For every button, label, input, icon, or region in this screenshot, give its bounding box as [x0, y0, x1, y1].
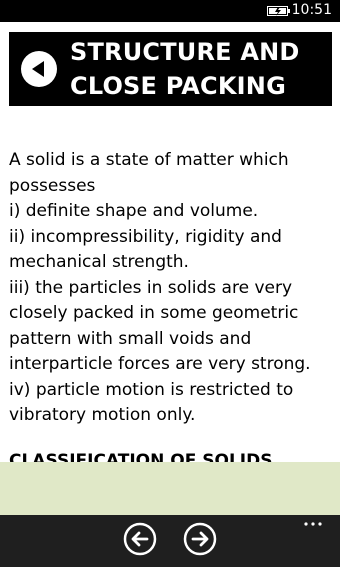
text-line: vibratory motion only.	[9, 405, 196, 425]
status-time: 10:51	[291, 2, 332, 18]
ad-banner[interactable]	[0, 462, 340, 515]
text-line: i) definite shape and volume.	[9, 201, 259, 221]
page-title-line-1: STRUCTURE AND	[70, 38, 300, 66]
text-line: interparticle forces are very strong.	[9, 354, 311, 374]
text-line: ii) incompressibility, rigidity and	[9, 226, 282, 247]
app-bar	[0, 515, 340, 567]
ellipsis-icon[interactable]	[303, 520, 323, 528]
text-line: A solid is a state of matter which	[9, 150, 289, 170]
text-line: mechanical strength.	[9, 252, 189, 272]
arrow-left-circle-icon[interactable]	[123, 522, 157, 556]
text-line: iv) particle motion is restricted to	[9, 379, 294, 400]
status-bar: 10:51	[0, 0, 340, 22]
page-title-line-2: CLOSE PACKING	[70, 72, 286, 100]
article-content: A solid is a state of matter which posse…	[9, 148, 337, 429]
text-line: pattern with small voids and	[9, 328, 252, 349]
back-arrow-icon[interactable]	[19, 49, 59, 89]
battery-charging-icon	[267, 6, 290, 16]
text-line: possesses	[9, 175, 96, 196]
text-line: closely packed in some geometric	[9, 303, 299, 323]
text-line: iii) the particles in solids are very	[9, 277, 293, 298]
arrow-right-circle-icon[interactable]	[183, 522, 217, 556]
